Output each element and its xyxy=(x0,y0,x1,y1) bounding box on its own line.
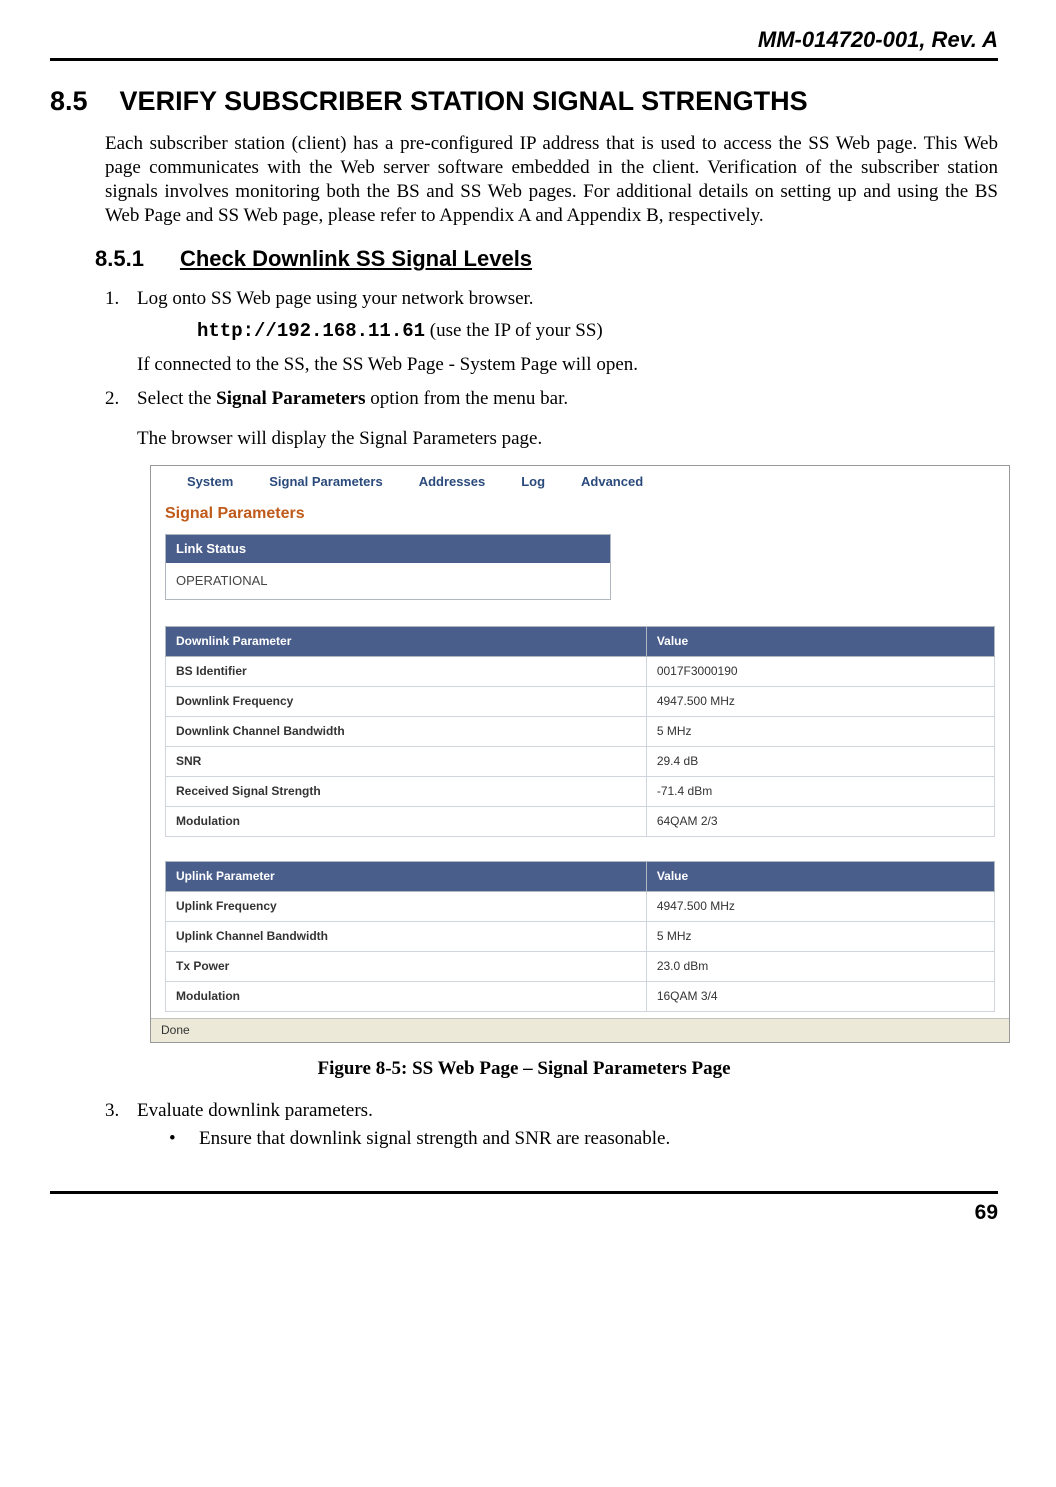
param-cell: SNR xyxy=(166,747,647,777)
value-cell: 4947.500 MHz xyxy=(646,687,994,717)
step-1: 1. Log onto SS Web page using your netwo… xyxy=(105,287,998,377)
link-status-panel: Link Status OPERATIONAL xyxy=(165,534,611,601)
param-cell: Uplink Channel Bandwidth xyxy=(166,922,647,952)
value-cell: 0017F3000190 xyxy=(646,657,994,687)
value-cell: 5 MHz xyxy=(646,717,994,747)
downlink-header-value: Value xyxy=(646,627,994,657)
intro-paragraph: Each subscriber station (client) has a p… xyxy=(105,132,998,227)
step-3: 3. Evaluate downlink parameters. • Ensur… xyxy=(105,1099,998,1155)
param-cell: Downlink Channel Bandwidth xyxy=(166,717,647,747)
value-cell: 16QAM 3/4 xyxy=(646,982,994,1012)
browser-status-bar: Done xyxy=(151,1018,1009,1042)
page-number: 69 xyxy=(975,1201,998,1224)
param-cell: Modulation xyxy=(166,982,647,1012)
bullet-text: Ensure that downlink signal strength and… xyxy=(199,1127,670,1151)
table-row: Tx Power23.0 dBm xyxy=(166,952,995,982)
step-number: 1. xyxy=(105,287,137,377)
downlink-header-param: Downlink Parameter xyxy=(166,627,647,657)
step-number: 2. xyxy=(105,387,137,451)
menu-signal-parameters[interactable]: Signal Parameters xyxy=(269,474,382,490)
step-text-post: option from the menu bar. xyxy=(365,388,568,409)
table-row: Received Signal Strength-71.4 dBm xyxy=(166,777,995,807)
step-after-text: If connected to the SS, the SS Web Page … xyxy=(137,353,998,377)
url-hint: (use the IP of your SS) xyxy=(425,320,603,341)
link-status-header: Link Status xyxy=(166,535,610,563)
step-text: Log onto SS Web page using your network … xyxy=(137,288,534,309)
menu-system[interactable]: System xyxy=(187,474,233,490)
document-header: MM-014720-001, Rev. A xyxy=(50,26,998,61)
link-status-value: OPERATIONAL xyxy=(166,563,610,599)
value-cell: 5 MHz xyxy=(646,922,994,952)
table-row: Modulation64QAM 2/3 xyxy=(166,807,995,837)
param-cell: Tx Power xyxy=(166,952,647,982)
bullet-item: • Ensure that downlink signal strength a… xyxy=(169,1127,998,1151)
menu-bar: System Signal Parameters Addresses Log A… xyxy=(151,466,1009,498)
value-cell: 29.4 dB xyxy=(646,747,994,777)
step-number: 3. xyxy=(105,1099,137,1155)
menu-addresses[interactable]: Addresses xyxy=(419,474,485,490)
step-text: Evaluate downlink parameters. xyxy=(137,1100,373,1121)
page-footer: 69 xyxy=(50,1191,998,1226)
subsection-title: Check Downlink SS Signal Levels xyxy=(180,245,532,273)
subsection-number: 8.5.1 xyxy=(95,245,144,273)
value-cell: 64QAM 2/3 xyxy=(646,807,994,837)
bullet-icon: • xyxy=(169,1127,199,1151)
table-row: Downlink Frequency4947.500 MHz xyxy=(166,687,995,717)
screenshot-signal-parameters: System Signal Parameters Addresses Log A… xyxy=(150,465,1010,1044)
param-cell: Uplink Frequency xyxy=(166,892,647,922)
url-text: http://192.168.11.61 xyxy=(197,320,425,342)
menu-advanced[interactable]: Advanced xyxy=(581,474,643,490)
step-2: 2. Select the Signal Parameters option f… xyxy=(105,387,998,451)
menu-log[interactable]: Log xyxy=(521,474,545,490)
section-heading: 8.5 VERIFY SUBSCRIBER STATION SIGNAL STR… xyxy=(50,85,998,119)
table-row: Uplink Frequency4947.500 MHz xyxy=(166,892,995,922)
page-title: Signal Parameters xyxy=(151,498,1009,534)
table-row: SNR29.4 dB xyxy=(166,747,995,777)
value-cell: -71.4 dBm xyxy=(646,777,994,807)
table-row: Downlink Channel Bandwidth5 MHz xyxy=(166,717,995,747)
section-title: VERIFY SUBSCRIBER STATION SIGNAL STRENGT… xyxy=(120,85,808,119)
value-cell: 23.0 dBm xyxy=(646,952,994,982)
step-after-text: The browser will display the Signal Para… xyxy=(137,427,998,451)
value-cell: 4947.500 MHz xyxy=(646,892,994,922)
param-cell: Downlink Frequency xyxy=(166,687,647,717)
downlink-table: Downlink Parameter Value BS Identifier00… xyxy=(165,626,995,837)
figure-caption: Figure 8-5: SS Web Page – Signal Paramet… xyxy=(50,1057,998,1081)
uplink-table: Uplink Parameter Value Uplink Frequency4… xyxy=(165,861,995,1012)
param-cell: Modulation xyxy=(166,807,647,837)
step-bold: Signal Parameters xyxy=(216,388,365,409)
table-row: BS Identifier0017F3000190 xyxy=(166,657,995,687)
step-text-pre: Select the xyxy=(137,388,216,409)
section-number: 8.5 xyxy=(50,85,88,119)
uplink-header-param: Uplink Parameter xyxy=(166,862,647,892)
table-row: Modulation16QAM 3/4 xyxy=(166,982,995,1012)
subsection-heading: 8.5.1 Check Downlink SS Signal Levels xyxy=(95,245,998,273)
uplink-header-value: Value xyxy=(646,862,994,892)
param-cell: BS Identifier xyxy=(166,657,647,687)
param-cell: Received Signal Strength xyxy=(166,777,647,807)
table-row: Uplink Channel Bandwidth5 MHz xyxy=(166,922,995,952)
